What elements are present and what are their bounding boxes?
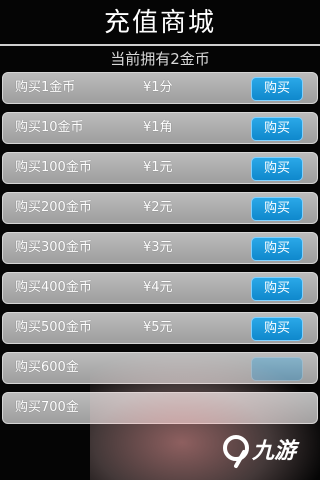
page-title: 充值商城 [103, 8, 216, 38]
product-name: 购买300金币 [15, 240, 92, 255]
buy-button[interactable]: 购买 [251, 317, 303, 341]
product-row-3: 购买100金币 ¥1元 购买 [2, 152, 318, 184]
product-price: ¥2元 [143, 200, 173, 215]
product-price: ¥4元 [143, 280, 173, 295]
9game-logo-icon: 九游 [223, 435, 300, 468]
product-row-1: 购买1金币 ¥1分 购买 [2, 72, 318, 104]
svg-text:九游: 九游 [251, 439, 300, 464]
buy-button[interactable]: 购买 [251, 117, 303, 141]
buy-button[interactable]: 购买 [251, 277, 303, 301]
buy-button[interactable] [251, 357, 303, 381]
product-price: ¥1元 [143, 160, 173, 175]
buy-button[interactable]: 购买 [251, 237, 303, 261]
product-name: 购买500金币 [15, 320, 92, 335]
product-row-9: 购买700金 [2, 392, 318, 424]
product-name: 购买400金币 [15, 280, 92, 295]
product-row-6: 购买400金币 ¥4元 购买 [2, 272, 318, 304]
product-price: ¥5元 [143, 320, 173, 335]
product-name: 购买600金 [15, 360, 79, 375]
product-row-7: 购买500金币 ¥5元 购买 [2, 312, 318, 344]
buy-button[interactable]: 购买 [251, 197, 303, 221]
product-name: 购买1金币 [15, 80, 76, 95]
buy-button[interactable]: 购买 [251, 77, 303, 101]
product-name: 购买700金 [15, 400, 79, 415]
product-row-4: 购买200金币 ¥2元 购买 [2, 192, 318, 224]
product-row-8: 购买600金 [2, 352, 318, 384]
recharge-store-screen: 充值商城 当前拥有2金币 购买1金币 ¥1分 购买 购买10金币 ¥1角 购买 … [0, 0, 320, 480]
product-row-2: 购买10金币 ¥1角 购买 [2, 112, 318, 144]
product-price: ¥1分 [143, 80, 173, 95]
product-price: ¥3元 [143, 240, 173, 255]
buy-button[interactable]: 购买 [251, 157, 303, 181]
product-price: ¥1角 [143, 120, 173, 135]
product-name: 购买100金币 [15, 160, 92, 175]
product-row-5: 购买300金币 ¥3元 购买 [2, 232, 318, 264]
product-name: 购买10金币 [15, 120, 84, 135]
coin-balance: 当前拥有2金币 [110, 50, 210, 68]
product-name: 购买200金币 [15, 200, 92, 215]
header-divider [0, 44, 320, 46]
